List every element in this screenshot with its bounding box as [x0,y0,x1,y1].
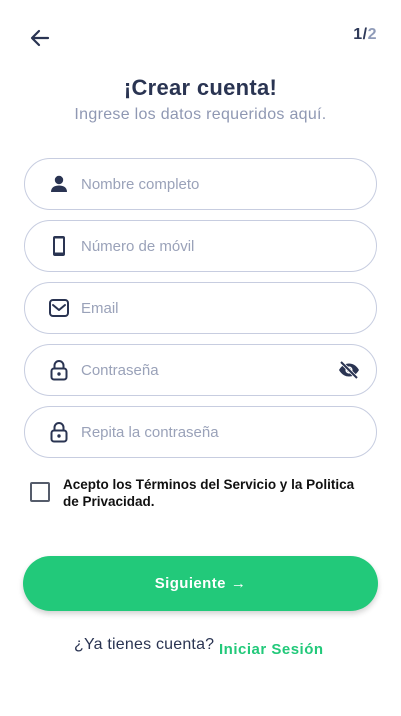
password-input[interactable] [81,361,336,379]
terms-row: Acepto los Términos del Servicio y la Po… [30,476,370,510]
full-name-input[interactable] [81,175,376,193]
back-button[interactable] [26,28,54,52]
page-subtitle: Ingrese los datos requeridos aquí. [74,106,327,123]
lock-icon [47,420,71,444]
repeat-password-field[interactable] [24,406,377,458]
have-account-text: ¿Ya tienes cuenta? [74,636,215,653]
mobile-number-field[interactable] [24,220,377,272]
person-icon [47,172,71,196]
mail-icon [47,296,71,320]
step-current: 1 [353,26,363,43]
full-name-field[interactable] [24,158,377,210]
page-title: ¡Crear cuenta! [123,75,278,100]
email-field[interactable] [24,282,377,334]
step-total: 2 [367,26,377,43]
next-button[interactable]: Siguiente → [23,556,378,611]
email-input[interactable] [81,299,376,317]
step-indicator: 1/2 [353,26,377,44]
repeat-password-input[interactable] [81,423,376,441]
arrow-left-icon [30,29,50,52]
password-field[interactable] [24,344,377,396]
terms-label: Acepto los Términos del Servicio y la Po… [63,477,355,509]
mobile-number-input[interactable] [81,237,376,255]
lock-icon [47,358,71,382]
mobile-phone-icon [47,234,71,258]
next-button-label: Siguiente [154,575,226,592]
terms-checkbox[interactable] [30,482,50,502]
login-link[interactable]: Iniciar Sesión [219,641,324,658]
eye-off-icon[interactable] [336,358,362,382]
arrow-right-icon: → [230,575,247,592]
